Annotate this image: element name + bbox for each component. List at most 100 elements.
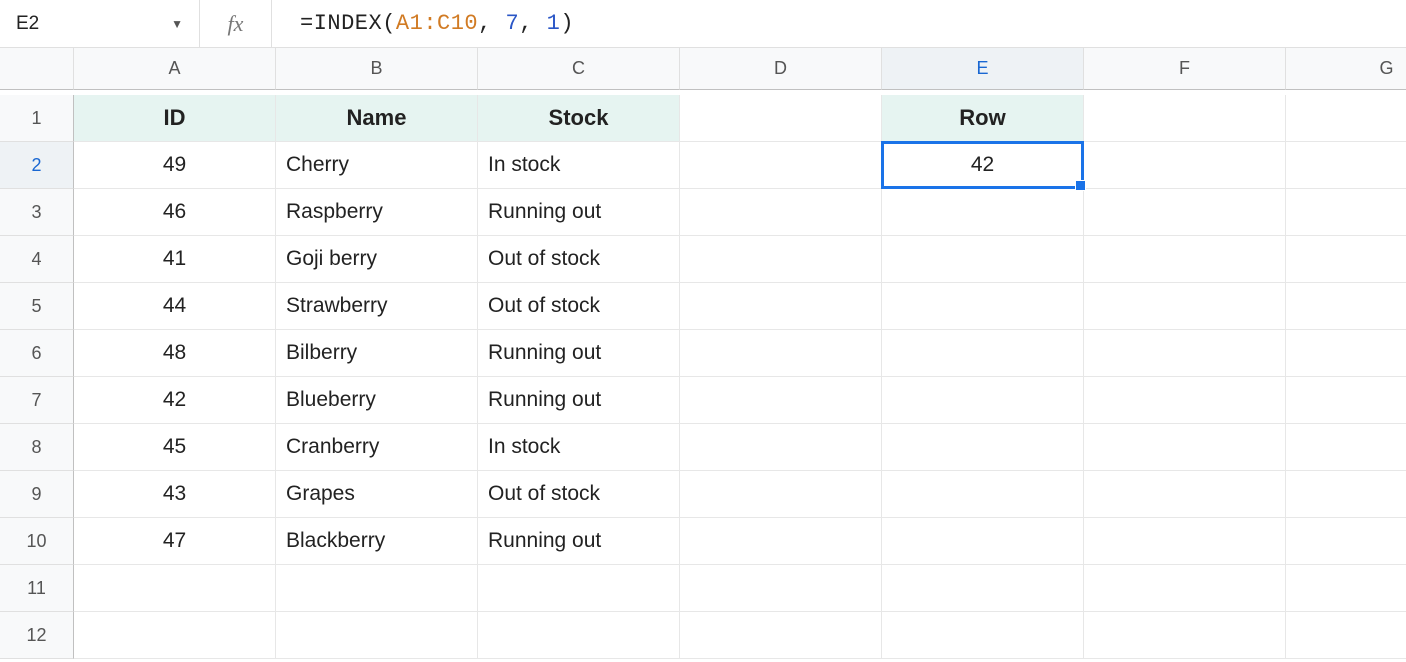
cell-A6[interactable]: 48 — [74, 330, 276, 377]
cell-G7[interactable] — [1286, 377, 1406, 424]
cell-C11[interactable] — [478, 565, 680, 612]
cell-D11[interactable] — [680, 565, 882, 612]
cell-F10[interactable] — [1084, 518, 1286, 565]
cell-D6[interactable] — [680, 330, 882, 377]
row-header-7[interactable]: 7 — [0, 377, 74, 424]
cell-F5[interactable] — [1084, 283, 1286, 330]
cell-E9[interactable] — [882, 471, 1084, 518]
row-header-1[interactable]: 1 — [0, 95, 74, 142]
cell-G3[interactable] — [1286, 189, 1406, 236]
cell-B3[interactable]: Raspberry — [276, 189, 478, 236]
cell-D8[interactable] — [680, 424, 882, 471]
cell-C2[interactable]: In stock — [478, 142, 680, 189]
cell-D2[interactable] — [680, 142, 882, 189]
cell-E2-selected[interactable]: 42 — [881, 141, 1084, 189]
cell-G12[interactable] — [1286, 612, 1406, 659]
name-box[interactable]: E2 — [14, 13, 165, 35]
cell-E4[interactable] — [882, 236, 1084, 283]
col-header-E[interactable]: E — [882, 48, 1084, 90]
cell-C6[interactable]: Running out — [478, 330, 680, 377]
cell-E11[interactable] — [882, 565, 1084, 612]
cell-D7[interactable] — [680, 377, 882, 424]
cell-B6[interactable]: Bilberry — [276, 330, 478, 377]
cell-A8[interactable]: 45 — [74, 424, 276, 471]
cell-A2[interactable]: 49 — [74, 142, 276, 189]
cell-C1[interactable]: Stock — [478, 95, 680, 142]
formula-input[interactable]: =INDEX(A1:C10, 7, 1) — [272, 11, 1406, 36]
cell-C10[interactable]: Running out — [478, 518, 680, 565]
cell-F2[interactable] — [1084, 142, 1286, 189]
cell-C7[interactable]: Running out — [478, 377, 680, 424]
cell-F12[interactable] — [1084, 612, 1286, 659]
cell-E6[interactable] — [882, 330, 1084, 377]
cell-G5[interactable] — [1286, 283, 1406, 330]
cell-D4[interactable] — [680, 236, 882, 283]
cell-A9[interactable]: 43 — [74, 471, 276, 518]
cell-F7[interactable] — [1084, 377, 1286, 424]
cell-G8[interactable] — [1286, 424, 1406, 471]
fx-icon[interactable]: fx — [200, 0, 272, 47]
cell-G1[interactable] — [1286, 95, 1406, 142]
cell-C4[interactable]: Out of stock — [478, 236, 680, 283]
cell-F3[interactable] — [1084, 189, 1286, 236]
cell-E5[interactable] — [882, 283, 1084, 330]
cell-B10[interactable]: Blackberry — [276, 518, 478, 565]
cell-C5[interactable]: Out of stock — [478, 283, 680, 330]
col-header-G[interactable]: G — [1286, 48, 1406, 90]
cell-E12[interactable] — [882, 612, 1084, 659]
row-header-12[interactable]: 12 — [0, 612, 74, 659]
cell-C12[interactable] — [478, 612, 680, 659]
cell-F6[interactable] — [1084, 330, 1286, 377]
cell-B1[interactable]: Name — [276, 95, 478, 142]
cell-G9[interactable] — [1286, 471, 1406, 518]
cell-G6[interactable] — [1286, 330, 1406, 377]
cell-D1[interactable] — [680, 95, 882, 142]
cell-E10[interactable] — [882, 518, 1084, 565]
col-header-A[interactable]: A — [74, 48, 276, 90]
row-header-10[interactable]: 10 — [0, 518, 74, 565]
cell-A4[interactable]: 41 — [74, 236, 276, 283]
cell-D5[interactable] — [680, 283, 882, 330]
cell-A1[interactable]: ID — [74, 95, 276, 142]
cell-A12[interactable] — [74, 612, 276, 659]
cell-A5[interactable]: 44 — [74, 283, 276, 330]
cell-B12[interactable] — [276, 612, 478, 659]
cell-C3[interactable]: Running out — [478, 189, 680, 236]
cell-G10[interactable] — [1286, 518, 1406, 565]
col-header-D[interactable]: D — [680, 48, 882, 90]
cell-E7[interactable] — [882, 377, 1084, 424]
select-all-corner[interactable] — [0, 48, 74, 90]
row-header-5[interactable]: 5 — [0, 283, 74, 330]
col-header-B[interactable]: B — [276, 48, 478, 90]
cell-D3[interactable] — [680, 189, 882, 236]
cell-C9[interactable]: Out of stock — [478, 471, 680, 518]
row-header-9[interactable]: 9 — [0, 471, 74, 518]
cell-A3[interactable]: 46 — [74, 189, 276, 236]
cell-E1[interactable]: Row — [882, 95, 1084, 142]
cell-B2[interactable]: Cherry — [276, 142, 478, 189]
cell-F11[interactable] — [1084, 565, 1286, 612]
cell-A11[interactable] — [74, 565, 276, 612]
row-header-3[interactable]: 3 — [0, 189, 74, 236]
cell-G2[interactable] — [1286, 142, 1406, 189]
cell-A10[interactable]: 47 — [74, 518, 276, 565]
cell-B7[interactable]: Blueberry — [276, 377, 478, 424]
cell-F1[interactable] — [1084, 95, 1286, 142]
cell-B5[interactable]: Strawberry — [276, 283, 478, 330]
cell-G4[interactable] — [1286, 236, 1406, 283]
row-header-2[interactable]: 2 — [0, 142, 74, 189]
cell-F4[interactable] — [1084, 236, 1286, 283]
cell-D12[interactable] — [680, 612, 882, 659]
cell-B11[interactable] — [276, 565, 478, 612]
name-box-dropdown-icon[interactable]: ▼ — [165, 17, 189, 31]
cell-B4[interactable]: Goji berry — [276, 236, 478, 283]
cell-F9[interactable] — [1084, 471, 1286, 518]
cell-F8[interactable] — [1084, 424, 1286, 471]
spreadsheet-grid[interactable]: A B C D E F G 1 ID Name Stock Row 2 49 C… — [0, 48, 1406, 659]
cell-B9[interactable]: Grapes — [276, 471, 478, 518]
cell-A7[interactable]: 42 — [74, 377, 276, 424]
col-header-F[interactable]: F — [1084, 48, 1286, 90]
cell-G11[interactable] — [1286, 565, 1406, 612]
row-header-11[interactable]: 11 — [0, 565, 74, 612]
cell-D10[interactable] — [680, 518, 882, 565]
